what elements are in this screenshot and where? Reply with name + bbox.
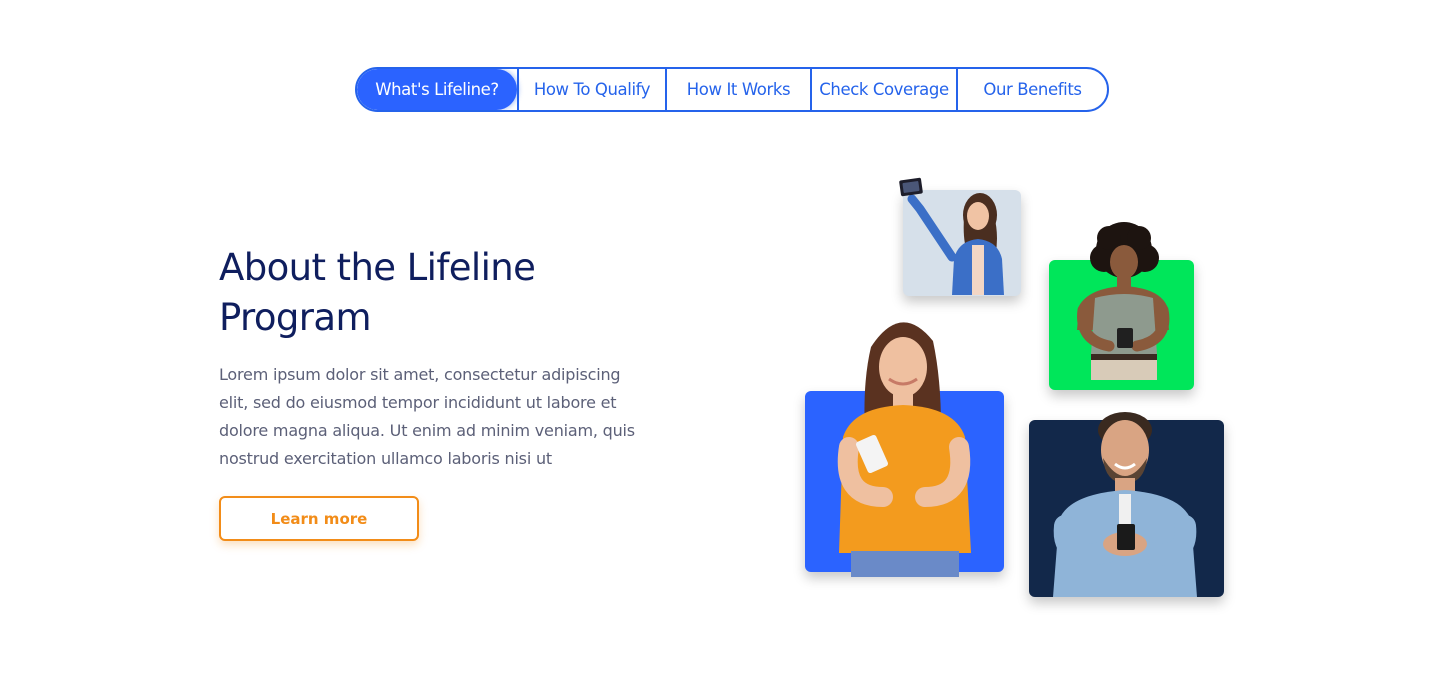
learn-more-button[interactable]: Learn more [219, 496, 419, 541]
tab-check-coverage[interactable]: Check Coverage [810, 69, 956, 110]
woman-yellow-shirt-illustration [837, 322, 971, 577]
page-title: About the Lifeline Program [219, 243, 689, 343]
photo-man-beard [1029, 412, 1224, 597]
man-beard-illustration [1053, 412, 1197, 597]
photo-woman-selfie [899, 177, 1021, 296]
section-tab-nav: What's Lifeline? How To Qualify How It W… [355, 67, 1109, 112]
woman-curly-hair-illustration [1077, 222, 1170, 380]
intro-paragraph: Lorem ipsum dolor sit amet, consectetur … [219, 365, 635, 468]
woman-selfie-illustration [899, 177, 1004, 295]
photo-woman-curly-hair [1049, 222, 1194, 390]
tab-how-it-works[interactable]: How It Works [665, 69, 810, 110]
page-title-line-1: About the Lifeline [219, 246, 536, 289]
tab-how-to-qualify[interactable]: How To Qualify [517, 69, 665, 110]
photo-woman-yellow-shirt [805, 322, 1004, 577]
tab-whats-lifeline[interactable]: What's Lifeline? [357, 69, 517, 110]
tab-our-benefits[interactable]: Our Benefits [956, 69, 1107, 110]
page-title-line-2: Program [219, 296, 372, 339]
